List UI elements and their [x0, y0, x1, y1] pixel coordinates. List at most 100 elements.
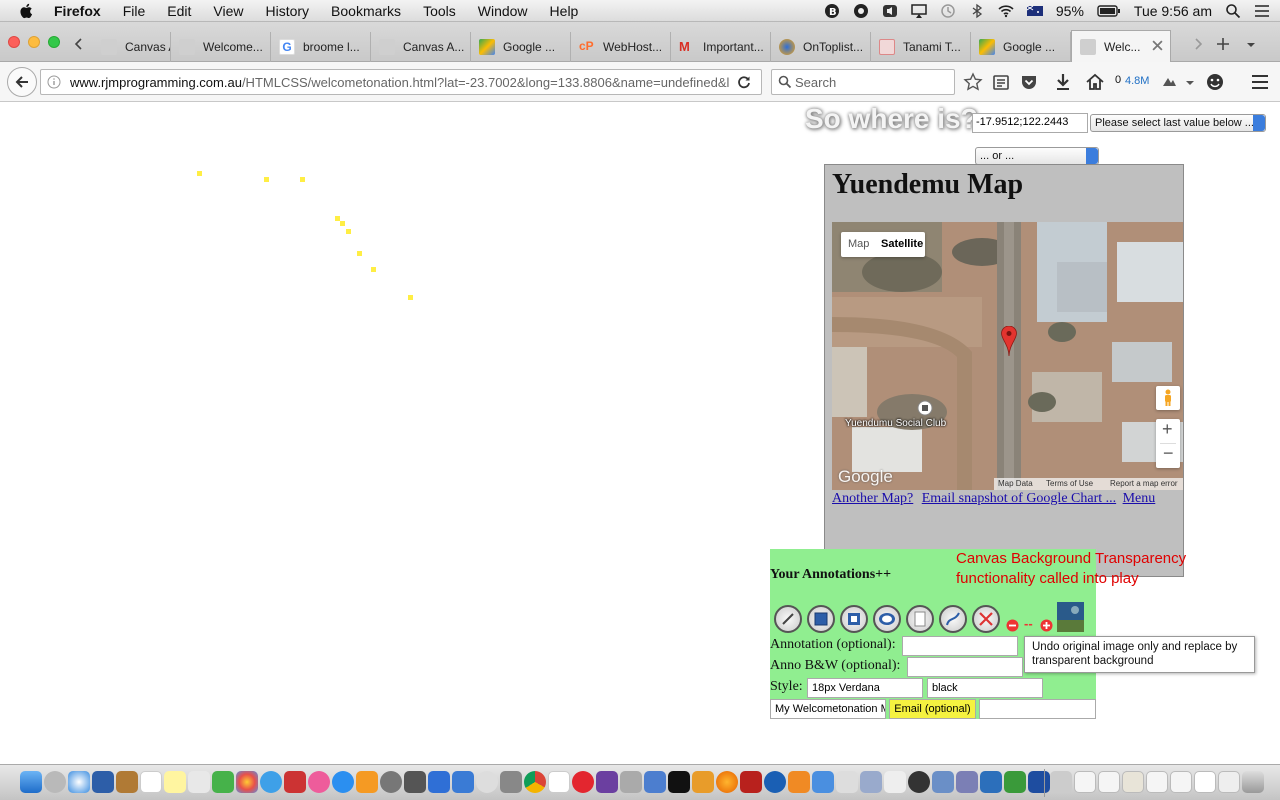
- photos-icon[interactable]: [236, 771, 258, 793]
- tab-broome[interactable]: Gbroome l...: [271, 32, 371, 62]
- minimize-window-button[interactable]: [28, 36, 40, 48]
- ibooks-icon[interactable]: [356, 771, 378, 793]
- airplay-icon[interactable]: [911, 3, 927, 19]
- mail-icon[interactable]: [92, 771, 114, 793]
- minimized-window-icon[interactable]: [1146, 771, 1168, 793]
- minimized-window-icon[interactable]: [1194, 771, 1216, 793]
- map-data-link[interactable]: Map Data: [998, 479, 1033, 488]
- facetime-icon[interactable]: [260, 771, 282, 793]
- close-window-button[interactable]: [8, 36, 20, 48]
- app-icon[interactable]: [932, 771, 954, 793]
- menu-bookmarks[interactable]: Bookmarks: [331, 3, 401, 19]
- tab-welcome[interactable]: Welcome...: [171, 32, 271, 62]
- hamburger-menu-icon[interactable]: [1250, 72, 1270, 92]
- photo-booth-icon[interactable]: [284, 771, 306, 793]
- apple-icon[interactable]: [18, 2, 36, 20]
- clock[interactable]: Tue 9:56 am: [1134, 3, 1212, 19]
- minimized-window-icon[interactable]: [1170, 771, 1192, 793]
- home-icon[interactable]: [1085, 72, 1105, 92]
- extension-dropdown-icon[interactable]: [1185, 79, 1195, 87]
- xcode-icon[interactable]: [428, 771, 450, 793]
- opera-icon[interactable]: [572, 771, 594, 793]
- terms-of-use-link[interactable]: Terms of Use: [1046, 479, 1093, 488]
- or-select[interactable]: ... or ...: [975, 147, 1099, 165]
- app-icon[interactable]: [884, 771, 906, 793]
- itunes-icon[interactable]: [308, 771, 330, 793]
- url-bar[interactable]: www.rjmprogramming.com.au/HTMLCSS/welcom…: [40, 69, 762, 95]
- tab-tanami[interactable]: Tanami T...: [871, 32, 971, 62]
- map-type-map-button[interactable]: Map: [848, 238, 869, 250]
- speaker-icon[interactable]: [882, 3, 898, 19]
- tab-gmail[interactable]: M Important...: [671, 32, 771, 62]
- vlc-icon[interactable]: [788, 771, 810, 793]
- email-input[interactable]: [979, 699, 1096, 719]
- tab-ontoplist[interactable]: OnToplist...: [771, 32, 871, 62]
- menu-window[interactable]: Window: [478, 3, 528, 19]
- app-icon[interactable]: [764, 771, 786, 793]
- notes-icon[interactable]: [164, 771, 186, 793]
- reminders-icon[interactable]: [188, 771, 210, 793]
- zoom-minus-icon[interactable]: [1006, 619, 1019, 632]
- app-icon[interactable]: [908, 771, 930, 793]
- tab-scroll-left-icon[interactable]: [73, 38, 85, 50]
- anno-bw-input[interactable]: [907, 657, 1023, 677]
- extension-icon[interactable]: [1159, 72, 1179, 92]
- menu-file[interactable]: File: [123, 3, 146, 19]
- calendar-icon[interactable]: [140, 771, 162, 793]
- close-tab-icon[interactable]: [1152, 40, 1163, 51]
- tab-scroll-right-icon[interactable]: [1192, 38, 1204, 50]
- finder-icon[interactable]: [20, 771, 42, 793]
- search-field[interactable]: Search: [771, 69, 955, 95]
- messages-icon[interactable]: [212, 771, 234, 793]
- tab-google-maps-2[interactable]: Google ...: [971, 32, 1071, 62]
- map-zoom-out-button[interactable]: −: [1163, 443, 1174, 464]
- php-icon[interactable]: [956, 771, 978, 793]
- document-icon[interactable]: [548, 771, 570, 793]
- menu-tools[interactable]: Tools: [423, 3, 456, 19]
- poi-icon[interactable]: [917, 400, 933, 416]
- app-icon[interactable]: [1004, 771, 1026, 793]
- app-icon[interactable]: [500, 771, 522, 793]
- subject-input[interactable]: My Welcometonation Ma: [770, 699, 886, 719]
- curve-tool-button[interactable]: [939, 605, 967, 633]
- google-map[interactable]: Map Satellite Yuendumu Social Club + − G…: [832, 222, 1183, 490]
- clear-tool-button[interactable]: [906, 605, 934, 633]
- safari-icon[interactable]: [68, 771, 90, 793]
- map-zoom-in-button[interactable]: +: [1162, 419, 1173, 440]
- report-map-error-link[interactable]: Report a map error: [1110, 479, 1178, 488]
- map-marker-icon[interactable]: [1001, 326, 1017, 356]
- search-icon[interactable]: [1225, 3, 1241, 19]
- system-preferences-icon[interactable]: [380, 771, 402, 793]
- tab-canvas-a-1[interactable]: Canvas A...: [93, 32, 171, 62]
- app-icon[interactable]: [644, 771, 666, 793]
- canvas-area[interactable]: [0, 103, 760, 503]
- back-button[interactable]: [7, 67, 37, 97]
- contacts-icon[interactable]: [116, 771, 138, 793]
- another-map-link[interactable]: Another Map?: [832, 491, 913, 506]
- minimized-window-icon[interactable]: [1122, 771, 1144, 793]
- tab-webhost[interactable]: cP WebHost...: [571, 32, 671, 62]
- launchpad-icon[interactable]: [44, 771, 66, 793]
- map-type-satellite-button[interactable]: Satellite: [881, 238, 923, 250]
- style-font-input[interactable]: 18px Verdana: [807, 678, 923, 698]
- filezilla-icon[interactable]: [740, 771, 762, 793]
- trash-icon[interactable]: [1242, 771, 1264, 793]
- menu-help[interactable]: Help: [550, 3, 579, 19]
- app-icon[interactable]: [860, 771, 882, 793]
- tab-welcome-active[interactable]: Welc...: [1071, 30, 1171, 63]
- zoom-reset-button[interactable]: --: [1024, 616, 1033, 631]
- battery-icon[interactable]: [1097, 3, 1121, 19]
- chrome-icon[interactable]: [524, 771, 546, 793]
- wifi-icon[interactable]: [998, 3, 1014, 19]
- info-icon[interactable]: [47, 75, 61, 89]
- record-icon[interactable]: [853, 3, 869, 19]
- minimized-window-icon[interactable]: [1218, 771, 1240, 793]
- utility-icon[interactable]: [404, 771, 426, 793]
- ellipse-tool-button[interactable]: [873, 605, 901, 633]
- firefox-icon[interactable]: [716, 771, 738, 793]
- app-icon[interactable]: [620, 771, 642, 793]
- app-store-icon[interactable]: [332, 771, 354, 793]
- data-size-indicator[interactable]: 4.8M: [1125, 75, 1149, 87]
- bluetooth-icon[interactable]: [969, 3, 985, 19]
- app-icon[interactable]: [1028, 771, 1050, 793]
